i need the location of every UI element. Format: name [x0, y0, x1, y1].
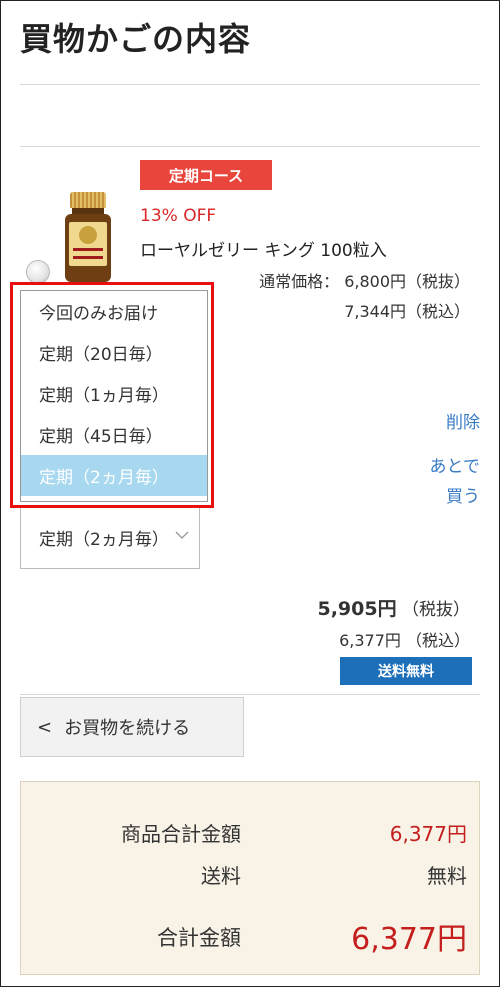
shipping-label: 送料	[201, 864, 241, 888]
order-summary: 商品合計金額 6,377円 送料 無料 合計金額 6,377円	[20, 781, 480, 975]
dropdown-option[interactable]: 定期（1ヵ月毎）	[21, 373, 207, 414]
divider	[20, 84, 480, 85]
page-title: 買物かごの内容	[20, 20, 252, 58]
discount-label: 13% OFF	[140, 206, 217, 226]
subtotal-ex-value: 5,905円	[317, 598, 397, 620]
continue-shopping-button[interactable]: < お買物を続ける	[20, 697, 244, 757]
chevron-left-icon: <	[37, 716, 53, 738]
grand-total-value: 6,377円	[351, 922, 467, 957]
delivery-select-value: 定期（2ヵ月毎）	[39, 529, 157, 550]
save-for-later-link[interactable]: あとで 買う	[430, 452, 481, 512]
delivery-frequency-select[interactable]: 定期（2ヵ月毎）	[20, 505, 200, 569]
regular-price-excl-tax: 通常価格： 6,800円（税抜）	[259, 268, 470, 292]
product-image[interactable]	[63, 192, 113, 282]
dropdown-option-selected[interactable]: 定期（2ヵ月毎）	[21, 455, 207, 496]
chevron-down-icon	[175, 531, 189, 539]
shipping-value: 無料	[427, 864, 467, 888]
dropdown-option[interactable]: 定期（20日毎）	[21, 332, 207, 373]
subtotal-excl-tax: 5,905円 （税抜）	[317, 594, 470, 621]
free-shipping-badge: 送料無料	[340, 657, 472, 685]
subtotal-incl-tax: 6,377円 （税込）	[339, 631, 470, 650]
divider	[20, 694, 480, 695]
delivery-frequency-dropdown: 今回のみお届け 定期（20日毎） 定期（1ヵ月毎） 定期（45日毎） 定期（2ヵ…	[20, 290, 208, 502]
regular-price-incl-tax: 7,344円（税込）	[344, 302, 470, 321]
regular-price-ex: 6,800円（税抜）	[344, 272, 470, 291]
regular-price-label: 通常価格：	[259, 272, 340, 291]
dropdown-option[interactable]: 定期（45日毎）	[21, 414, 207, 455]
grand-total-label: 合計金額	[157, 926, 241, 950]
delete-link[interactable]: 削除	[446, 408, 480, 433]
product-total-label: 商品合計金額	[121, 822, 241, 846]
product-name[interactable]: ローヤルゼリー キング 100粒入	[140, 236, 387, 261]
continue-shopping-label: お買物を続ける	[64, 718, 191, 739]
product-total-value: 6,377円	[389, 822, 467, 846]
divider	[20, 146, 480, 147]
subtotal-ex-suffix: （税抜）	[402, 600, 470, 620]
dropdown-option[interactable]: 今回のみお届け	[21, 291, 207, 332]
item-radio-button[interactable]	[26, 260, 50, 284]
course-badge: 定期コース	[140, 160, 272, 190]
